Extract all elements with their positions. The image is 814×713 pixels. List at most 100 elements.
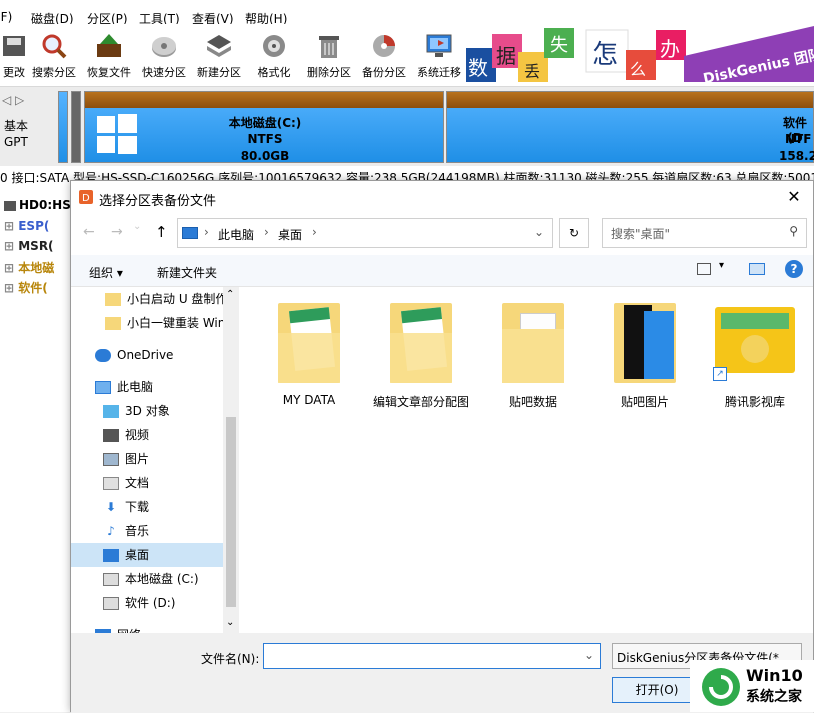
folder-item[interactable]: 编辑文章部分配图: [371, 303, 471, 410]
open-button[interactable]: 打开(O): [612, 677, 702, 703]
partition-esp-block[interactable]: [58, 91, 68, 163]
search-placeholder: 搜索"桌面": [611, 227, 671, 241]
chevron-down-icon[interactable]: ⌄: [584, 648, 594, 662]
folder-item[interactable]: 贴吧图片: [595, 303, 695, 410]
banner-char-6: 么: [630, 60, 647, 79]
scroll-thumb[interactable]: [226, 417, 236, 607]
close-button[interactable]: ✕: [781, 185, 807, 209]
refresh-button[interactable]: ↻: [559, 218, 589, 248]
search-partition-button[interactable]: 搜索分区: [26, 32, 82, 80]
view-mode-icon[interactable]: [697, 263, 711, 275]
refresh-icon: ↻: [568, 226, 580, 240]
breadcrumb-this-pc[interactable]: 此电脑: [218, 226, 254, 243]
svg-text:D: D: [82, 193, 90, 204]
partition-c-block[interactable]: 本地磁盘(C:) NTFS 80.0GB: [84, 91, 444, 163]
quick-partition-button[interactable]: 快速分区: [136, 32, 192, 80]
nav-item-usb-folder[interactable]: 小白启动 U 盘制作: [71, 287, 227, 311]
expand-icon: ⊞: [4, 281, 19, 295]
search-input[interactable]: 搜索"桌面" ⚲: [602, 218, 807, 248]
disk-nav-arrows[interactable]: ◁ ▷: [2, 93, 24, 107]
breadcrumb-desktop[interactable]: 桌面: [278, 226, 302, 243]
new-folder-button[interactable]: 新建文件夹: [157, 264, 217, 281]
folder-item[interactable]: 贴吧数据: [483, 303, 583, 410]
folder-item[interactable]: ↗ 腾讯影视库: [705, 303, 805, 410]
address-bar[interactable]: › 此电脑 › 桌面 › ⌄: [177, 218, 553, 248]
new-partition-icon: [207, 35, 231, 57]
backup-icon: [373, 35, 395, 57]
video-icon: [103, 429, 119, 442]
nav-scrollbar[interactable]: ⌃ ⌄: [223, 287, 239, 633]
back-arrow-icon[interactable]: ←: [83, 224, 95, 240]
cube-icon: [103, 405, 119, 418]
nav-item-onedrive[interactable]: OneDrive: [71, 343, 223, 367]
hdd-icon: [4, 200, 16, 211]
disk-map: ◁ ▷ 基本 GPT 本地磁盘(C:) NTFS 80.0GB 软件(D NTF…: [0, 86, 814, 166]
file-dialog: D 选择分区表备份文件 ✕ ← → ⌄ ↑ › 此电脑 › 桌面 › ⌄ ↻ 搜…: [70, 180, 814, 713]
nav-item-pictures[interactable]: 图片: [71, 447, 223, 471]
menu-file[interactable]: (F): [0, 10, 12, 24]
preview-pane-icon[interactable]: [749, 263, 765, 275]
chevron-down-icon[interactable]: ⌄: [534, 225, 544, 239]
nav-item-reinstall-folder[interactable]: 小白一键重装 Win: [71, 311, 225, 335]
menu-bar: (F) 磁盘(D) 分区(P) 工具(T) 查看(V) 帮助(H): [0, 0, 814, 26]
folder-icon: [278, 303, 340, 383]
organize-button[interactable]: 组织 ▾: [89, 264, 123, 281]
folder-icon: [390, 303, 452, 383]
format-button[interactable]: 格式化: [246, 32, 302, 80]
nav-item-videos[interactable]: 视频: [71, 423, 223, 447]
breadcrumb-separator: ›: [264, 225, 269, 239]
command-bar: 组织 ▾ 新建文件夹 ▾ ?: [71, 255, 813, 287]
view-dropdown-icon[interactable]: ▾: [719, 260, 724, 271]
tree-item-esp[interactable]: ⊞ ESP(: [4, 219, 49, 233]
promo-banner[interactable]: 数 据 丢 失 怎 么 办 DiskGenius 团队: [466, 26, 814, 82]
help-icon[interactable]: ?: [785, 260, 803, 278]
quick-partition-icon: [152, 37, 176, 57]
drive-icon: [103, 597, 119, 610]
tree-disk-hd0[interactable]: HD0:HS-: [4, 198, 76, 212]
folder-icon: [502, 303, 564, 383]
backup-partition-button[interactable]: 备份分区: [356, 32, 412, 80]
forward-arrow-icon[interactable]: →: [111, 224, 123, 240]
nav-item-documents[interactable]: 文档: [71, 471, 223, 495]
nav-item-this-pc[interactable]: 此电脑: [71, 375, 223, 399]
recent-dropdown-icon[interactable]: ⌄: [133, 221, 141, 232]
banner-char-3: 丢: [524, 62, 541, 81]
nav-item-3d-objects[interactable]: 3D 对象: [71, 399, 223, 423]
computer-icon: [95, 381, 111, 394]
search-icon: ⚲: [789, 224, 798, 238]
nav-item-downloads[interactable]: ⬇ 下载: [71, 495, 223, 519]
new-partition-button[interactable]: 新建分区: [191, 32, 247, 80]
filename-input[interactable]: ⌄: [263, 643, 601, 669]
scroll-down-icon[interactable]: ⌄: [226, 617, 234, 628]
nav-item-drive-c[interactable]: 本地磁盘 (C:): [71, 567, 223, 591]
scroll-up-icon[interactable]: ⌃: [226, 289, 234, 300]
partition-d-block[interactable]: 软件(D NTF 158.2G: [446, 91, 814, 163]
search-icon: [42, 34, 67, 59]
nav-item-music[interactable]: ♪ 音乐: [71, 519, 223, 543]
recover-files-button[interactable]: 恢复文件: [81, 32, 137, 80]
nav-item-drive-d[interactable]: 软件 (D:): [71, 591, 223, 615]
nav-item-desktop[interactable]: 桌面: [71, 543, 223, 567]
banner-char-7: 办: [660, 37, 680, 61]
breadcrumb-separator: ›: [204, 225, 209, 239]
banner-char-1: 数: [468, 56, 488, 80]
expand-icon: ⊞: [4, 219, 19, 233]
up-arrow-icon[interactable]: ↑: [155, 223, 168, 241]
desktop-folder-icon: [182, 227, 198, 239]
tree-item-msr[interactable]: ⊞ MSR(: [4, 239, 54, 253]
cloud-icon: [95, 349, 111, 362]
migrate-icon: [426, 34, 452, 57]
folder-icon: [105, 293, 121, 306]
breadcrumb-separator: ›: [312, 225, 317, 239]
tree-item-d[interactable]: ⊞ 软件(: [4, 279, 48, 296]
nav-item-network[interactable]: 网络: [71, 623, 223, 633]
folder-item[interactable]: MY DATA: [259, 303, 359, 407]
diskgenius-app-icon: D: [79, 190, 93, 204]
tree-item-c[interactable]: ⊞ 本地磁: [4, 259, 54, 276]
banner-char-5: 怎: [592, 40, 619, 70]
delete-partition-button[interactable]: 删除分区: [301, 32, 357, 80]
partition-msr-block[interactable]: [71, 91, 81, 163]
disk-type-gpt: GPT: [4, 135, 28, 149]
trash-icon: [319, 36, 339, 58]
system-migrate-button[interactable]: 系统迁移: [411, 32, 467, 80]
